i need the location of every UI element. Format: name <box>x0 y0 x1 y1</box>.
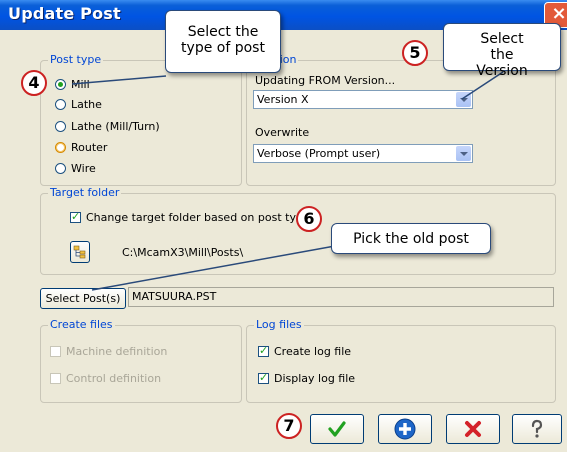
target-folder-label: Target folder <box>48 186 122 199</box>
radio-label: Router <box>71 140 108 154</box>
callout-type-of-post-text: Select the type of post <box>181 24 265 56</box>
radio-lathe-mill-turn[interactable]: Lathe (Mill/Turn) <box>55 118 160 134</box>
step-badge-4: 4 <box>21 70 47 96</box>
radio-button[interactable] <box>55 78 66 90</box>
radio-button[interactable] <box>55 141 66 153</box>
create-log-file-label: Create log file <box>274 344 352 358</box>
selected-post-value: MATSUURA.PST <box>132 290 217 303</box>
folder-tree-icon <box>73 245 86 259</box>
check-icon <box>328 421 346 437</box>
display-log-file-label: Display log file <box>274 371 356 385</box>
radio-wire[interactable]: Wire <box>55 160 96 176</box>
radio-mill[interactable]: Mill <box>55 76 90 92</box>
radio-label: Wire <box>71 161 96 175</box>
radio-button[interactable] <box>55 162 66 174</box>
radio-label: Mill <box>71 77 90 91</box>
change-target-folder-checkbox-row[interactable]: Change target folder based on post type <box>70 209 310 225</box>
radio-lathe[interactable]: Lathe <box>55 96 102 112</box>
help-button[interactable] <box>512 414 562 444</box>
machine-definition-row[interactable]: Machine definition <box>50 343 167 359</box>
overwrite-value: Verbose (Prompt user) <box>257 147 381 160</box>
radio-label: Lathe <box>71 97 102 111</box>
create-log-file-row[interactable]: Create log file <box>258 343 351 359</box>
overwrite-select[interactable]: Verbose (Prompt user) <box>253 144 473 163</box>
ok-button[interactable] <box>310 414 364 444</box>
create-files-group: Create files <box>40 318 242 403</box>
log-files-label: Log files <box>254 318 304 331</box>
log-files-group: Log files <box>246 318 556 403</box>
radio-router[interactable]: Router <box>55 139 107 155</box>
selected-post-field: MATSUURA.PST <box>128 287 554 307</box>
callout-type-of-post: Select the type of post <box>165 10 281 73</box>
radio-label: Lathe (Mill/Turn) <box>71 119 160 133</box>
step-badge-6: 6 <box>296 206 322 232</box>
close-icon: × <box>551 3 567 24</box>
updating-from-label: Updating FROM Version... <box>255 74 396 87</box>
create-log-file-checkbox[interactable] <box>258 344 269 357</box>
control-definition-label: Control definition <box>66 371 162 385</box>
machine-definition-label: Machine definition <box>66 344 168 358</box>
from-version-select[interactable]: Version X <box>253 90 473 109</box>
callout-version: Select the Version <box>443 23 561 79</box>
step-badge-7: 7 <box>276 413 302 439</box>
callout-old-post: Pick the old post <box>331 223 491 254</box>
step-badge-5: 5 <box>402 40 428 66</box>
overwrite-label: Overwrite <box>255 126 310 139</box>
control-definition-row[interactable]: Control definition <box>50 370 161 386</box>
callout-old-post-text: Pick the old post <box>353 231 469 247</box>
select-posts-label: Select Post(s) <box>45 292 121 305</box>
question-icon <box>531 419 543 438</box>
target-folder-path: C:\McamX3\Mill\Posts\ <box>122 246 244 259</box>
chevron-down-icon[interactable] <box>456 146 471 161</box>
window-title: Update Post <box>8 4 121 23</box>
add-button[interactable] <box>378 414 432 444</box>
from-version-value: Version X <box>257 93 309 106</box>
change-target-folder-label: Change target folder based on post type <box>86 210 310 224</box>
machine-definition-checkbox[interactable] <box>50 345 61 357</box>
display-log-file-row[interactable]: Display log file <box>258 370 355 386</box>
browse-folder-button[interactable] <box>70 241 90 263</box>
radio-button[interactable] <box>55 120 66 132</box>
radio-button[interactable] <box>55 98 66 110</box>
create-files-label: Create files <box>48 318 115 331</box>
update-post-dialog: Update Post × Post type Mill Lathe Lathe… <box>0 0 567 452</box>
chevron-down-icon[interactable] <box>456 92 471 107</box>
cancel-button[interactable] <box>446 414 500 444</box>
plus-icon <box>394 418 416 440</box>
x-icon <box>465 421 481 437</box>
post-type-label: Post type <box>48 53 104 66</box>
select-posts-button[interactable]: Select Post(s) <box>40 288 126 309</box>
display-log-file-checkbox[interactable] <box>258 371 269 384</box>
control-definition-checkbox[interactable] <box>50 372 61 384</box>
callout-version-text: Select the Version <box>476 31 528 79</box>
change-target-folder-checkbox[interactable] <box>70 210 81 223</box>
